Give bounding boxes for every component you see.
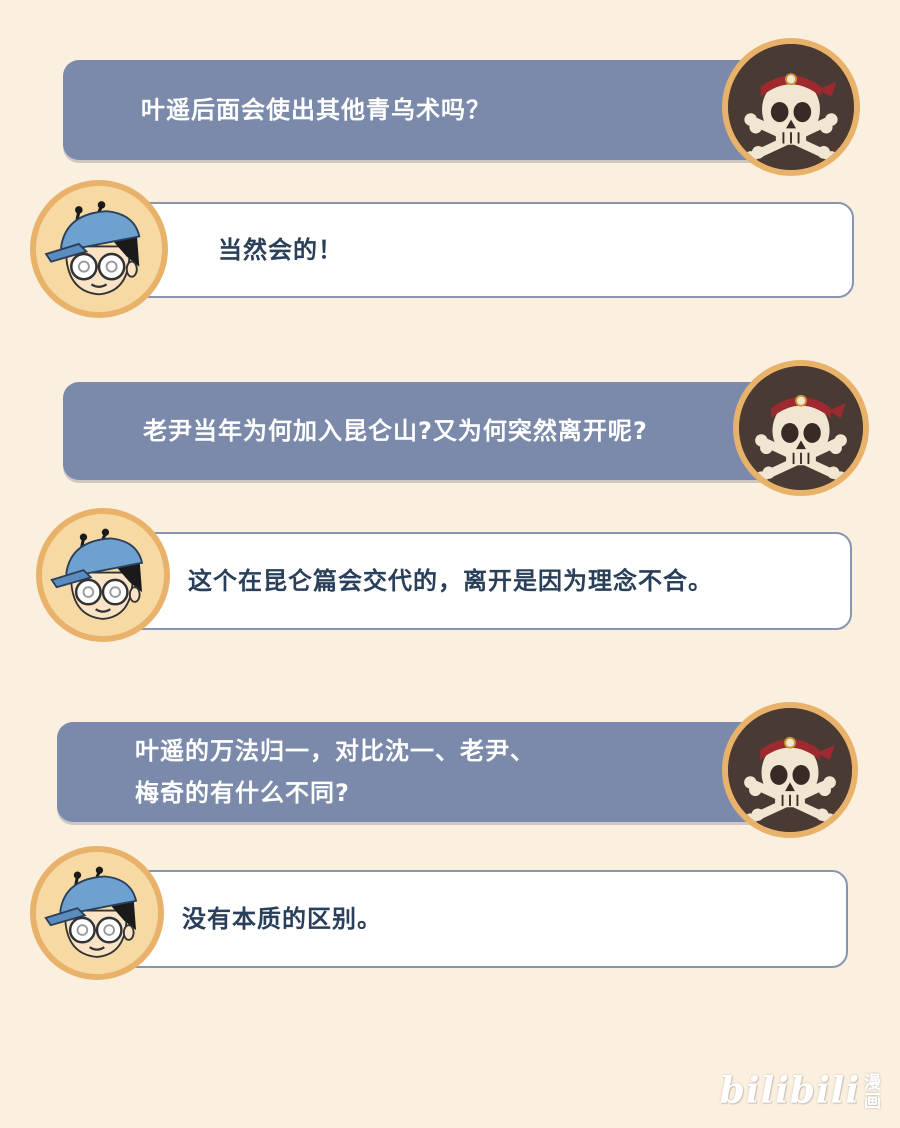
boy-glasses-cap-icon: [36, 186, 162, 312]
answer-bubble: 当然会的！: [120, 202, 854, 298]
answer-text: 没有本质的区别。: [182, 905, 382, 933]
skull-pirate-icon: [739, 366, 863, 490]
answer-bubble: 没有本质的区别。: [120, 870, 848, 968]
question-text-line-2: 梅奇的有什么不同?: [135, 779, 350, 807]
bilibili-logo: bilibili: [719, 1070, 860, 1112]
question-bubble: 叶遥后面会使出其他青乌术吗？: [63, 60, 773, 160]
question-text: 叶遥后面会使出其他青乌术吗？: [141, 96, 491, 124]
skull-avatar: [722, 702, 858, 838]
boy-glasses-cap-icon: [36, 852, 158, 974]
question-bubble: 老尹当年为何加入昆仑山?又为何突然离开呢?: [63, 382, 783, 480]
answer-text: 当然会的！: [218, 236, 343, 264]
boy-avatar: [30, 180, 168, 318]
boy-avatar: [36, 508, 170, 642]
skull-avatar: [722, 38, 860, 176]
question-text-line-1: 叶遥的万法归一，对比沈一、老尹、: [135, 737, 535, 765]
skull-pirate-icon: [728, 708, 852, 832]
bilibili-watermark: bilibili 漫画: [720, 1070, 882, 1112]
answer-bubble: 这个在昆仑篇会交代的，离开是因为理念不合。: [120, 532, 852, 630]
boy-glasses-cap-icon: [42, 514, 164, 636]
boy-avatar: [30, 846, 164, 980]
question-text: 老尹当年为何加入昆仑山?又为何突然离开呢?: [143, 417, 648, 445]
manga-label: 漫画: [864, 1073, 881, 1112]
skull-avatar: [733, 360, 869, 496]
answer-text: 这个在昆仑篇会交代的，离开是因为理念不合。: [188, 567, 713, 595]
question-bubble: 叶遥的万法归一，对比沈一、老尹、 梅奇的有什么不同?: [57, 722, 773, 822]
skull-pirate-icon: [728, 44, 854, 170]
